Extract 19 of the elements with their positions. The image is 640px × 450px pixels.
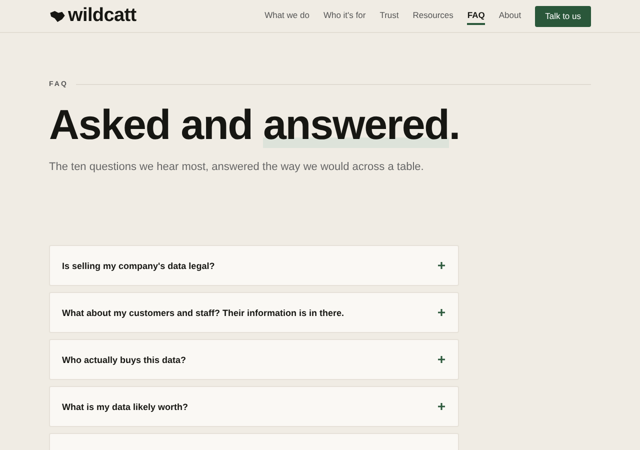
faq-question: Who actually buys this data?: [62, 354, 188, 364]
logo-wordmark[interactable]: wildcatt: [68, 5, 136, 27]
faq-question: What about my customers and staff? Their information is in there.: [62, 308, 346, 318]
nav-link[interactable]: Who it's for: [323, 7, 366, 25]
faq-item[interactable]: Who actually buys this data?: [49, 339, 459, 380]
nav-link[interactable]: Trust: [380, 7, 399, 25]
nav-link[interactable]: Resources: [412, 7, 454, 25]
talk-button[interactable]: Talk to us: [535, 6, 591, 26]
faq-question: Is selling my company's data legal?: [62, 260, 216, 270]
faq-item[interactable]: What is my data likely worth?: [49, 386, 459, 427]
nav-link[interactable]: FAQ: [467, 7, 485, 25]
faq-item[interactable]: Is selling my company's data legal?: [49, 245, 459, 286]
faq-question: What is my data likely worth?: [62, 402, 190, 412]
page-subtitle: The ten questions we hear most, answered the way we would across a table.: [49, 161, 425, 173]
nav-link[interactable]: About: [498, 7, 522, 25]
nav-link[interactable]: What we do: [264, 7, 310, 25]
logo[interactable]: wildcatt: [50, 5, 136, 27]
page-heading: Asked and answered.: [49, 100, 461, 150]
faq-item[interactable]: What about my customers and staff? Their information is in there.: [49, 292, 459, 333]
